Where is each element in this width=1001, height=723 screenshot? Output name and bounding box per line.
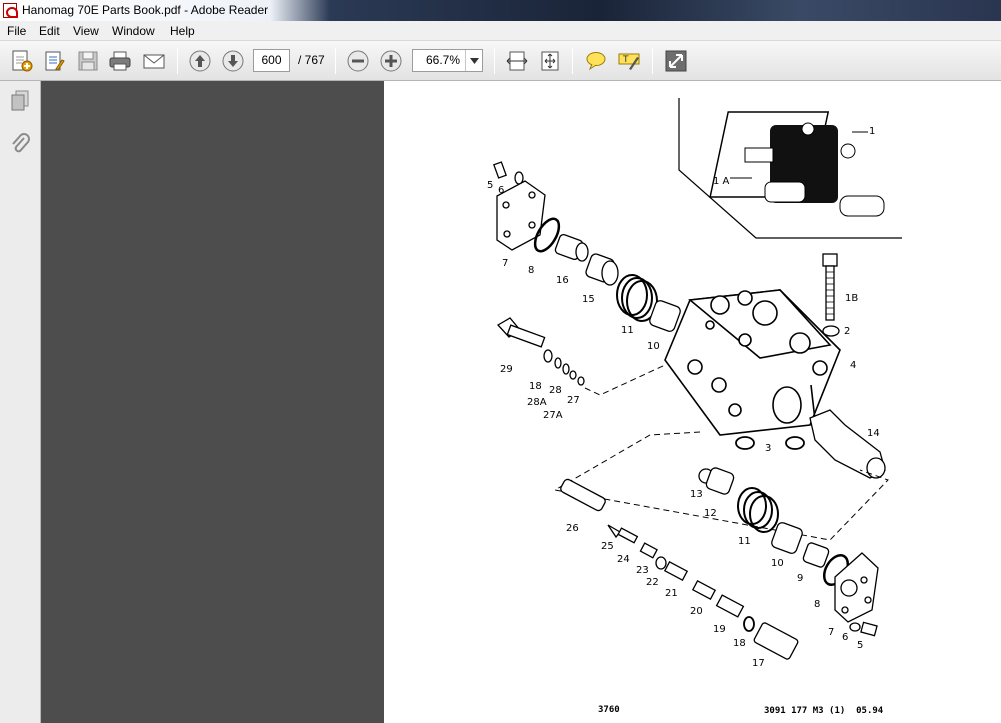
- window-title: Hanomag 70E Parts Book.pdf - Adobe Reade…: [22, 3, 269, 17]
- callout-label: 10: [771, 558, 784, 569]
- zoom-out-icon[interactable]: [345, 49, 371, 73]
- edit-icon[interactable]: [41, 49, 67, 73]
- svg-text:T: T: [622, 55, 629, 65]
- pages-icon[interactable]: [8, 89, 32, 113]
- callout-label: 3: [765, 443, 771, 454]
- menu-bar: File Edit View Window Help: [0, 21, 1001, 41]
- exploded-parts-diagram: 1 1 A 5 6 7 8 16 15 11 10 1B 2 4 29 18 2…: [487, 98, 902, 669]
- callout-label: 23: [636, 565, 649, 576]
- zoom-value: 66.7%: [426, 53, 461, 67]
- next-page-icon[interactable]: [220, 49, 246, 73]
- callout-label: 27: [567, 395, 580, 406]
- callout-label: 12: [704, 508, 717, 519]
- zoom-in-icon[interactable]: [378, 49, 404, 73]
- callout-label: 28: [549, 385, 562, 396]
- callout-label: 2: [844, 326, 850, 337]
- callout-label: 19: [713, 624, 726, 635]
- figure-number: 3760: [598, 705, 620, 715]
- callout-label: 7: [502, 258, 508, 269]
- menu-view[interactable]: View: [73, 24, 99, 38]
- callout-label: 8: [814, 599, 820, 610]
- highlight-icon[interactable]: T: [616, 49, 642, 73]
- callout-label: 20: [690, 606, 703, 617]
- callout-label: 8: [528, 265, 534, 276]
- previous-page-icon[interactable]: [187, 49, 213, 73]
- callout-label: 7: [828, 627, 834, 638]
- print-icon[interactable]: [107, 49, 133, 73]
- menu-window[interactable]: Window: [112, 24, 155, 38]
- callout-label: 16: [556, 275, 569, 286]
- create-pdf-icon[interactable]: [9, 49, 35, 73]
- callout-label: 13: [690, 489, 703, 500]
- menu-file[interactable]: File: [7, 24, 26, 38]
- document-viewer[interactable]: 1 1 A 5 6 7 8 16 15 11 10 1B 2 4 29 18 2…: [41, 81, 1001, 723]
- attachments-icon[interactable]: [8, 132, 32, 156]
- inset-valve-assembly: [709, 111, 885, 217]
- title-bar: Hanomag 70E Parts Book.pdf - Adobe Reade…: [0, 0, 1001, 21]
- callout-label: 11: [738, 536, 751, 547]
- comment-icon[interactable]: [583, 49, 609, 73]
- navigation-pane: [0, 81, 41, 723]
- callout-label: 28A: [527, 397, 547, 408]
- valve-body: [664, 289, 841, 436]
- toolbar: T: [0, 41, 1001, 81]
- menu-edit[interactable]: Edit: [39, 24, 60, 38]
- page-number-input[interactable]: 600: [253, 49, 290, 72]
- pdf-app-icon: [3, 3, 18, 18]
- callout-label: 22: [646, 577, 659, 588]
- full-screen-icon[interactable]: [663, 49, 689, 73]
- callout-label: 5: [857, 640, 863, 651]
- page-total: / 767: [298, 53, 325, 67]
- callout-label: 27A: [543, 410, 563, 421]
- email-icon[interactable]: [141, 49, 167, 73]
- callout-label: 1B: [845, 293, 858, 304]
- callout-label: 1 A: [713, 176, 730, 187]
- fit-width-icon[interactable]: [504, 49, 530, 73]
- callout-label: 29: [500, 364, 513, 375]
- callout-label: 6: [842, 632, 848, 643]
- document-reference: 3091 177 M3 (1) 05.94: [764, 706, 884, 716]
- fit-page-icon[interactable]: [537, 49, 563, 73]
- callout-label: 21: [665, 588, 678, 599]
- zoom-select[interactable]: 66.7%: [412, 49, 483, 72]
- callout-label: 18: [529, 381, 542, 392]
- callout-label: 5: [487, 180, 493, 191]
- callout-label: 9: [797, 573, 803, 584]
- chevron-down-icon[interactable]: [465, 50, 482, 71]
- callout-label: 26: [566, 523, 579, 534]
- callout-label: 11: [621, 325, 634, 336]
- callout-label: 15: [582, 294, 595, 305]
- callout-label: 17: [752, 658, 765, 669]
- save-icon[interactable]: [75, 49, 101, 73]
- menu-help[interactable]: Help: [170, 24, 195, 38]
- callout-label: 25: [601, 541, 614, 552]
- callout-label: 18: [733, 638, 746, 649]
- callout-label: 4: [850, 360, 856, 371]
- callout-label: 1: [869, 126, 875, 137]
- callout-label: 14: [867, 428, 880, 439]
- callout-label: 24: [617, 554, 630, 565]
- callout-label: 10: [647, 341, 660, 352]
- callout-label: 6: [498, 185, 504, 196]
- pdf-page: 1 1 A 5 6 7 8 16 15 11 10 1B 2 4 29 18 2…: [384, 81, 1001, 723]
